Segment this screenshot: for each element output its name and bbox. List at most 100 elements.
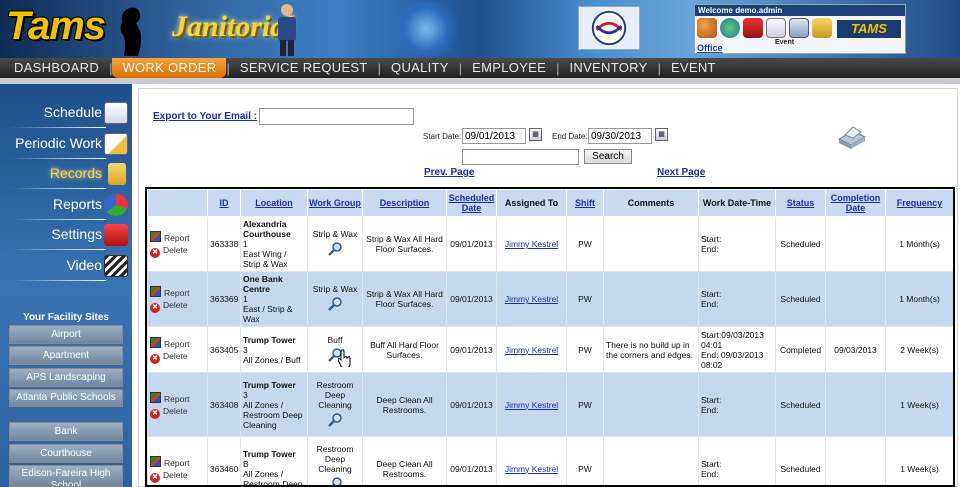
tams-logo[interactable]: Tams	[6, 4, 106, 49]
assigned-to-link[interactable]: Jimmy Kestrel	[505, 239, 558, 249]
column-header-scheduled-date[interactable]: Scheduled Date	[446, 189, 497, 217]
cell-frequency: 1 Month(s)	[885, 271, 953, 327]
report-link[interactable]: Report	[150, 286, 205, 299]
assigned-to-link[interactable]: Jimmy Kestrel	[505, 345, 558, 355]
column-header-shift[interactable]: Shift	[566, 189, 604, 217]
cell-frequency: 2 Week(s)	[885, 326, 953, 373]
delete-link[interactable]: Delete	[150, 244, 205, 257]
site-edison-fareira-high-school[interactable]: Edison-Fareira High School	[9, 465, 123, 487]
monitor-icon[interactable]	[789, 18, 809, 38]
lock-icon[interactable]	[812, 18, 832, 38]
start-date-input[interactable]	[462, 128, 526, 144]
print-icon[interactable]	[835, 123, 869, 151]
tams-mini-logo[interactable]: TAMS	[837, 20, 901, 38]
clapperboard-icon	[104, 255, 128, 277]
assigned-to-link[interactable]: Jimmy Kestrel	[505, 400, 558, 410]
cell-comments	[603, 436, 699, 485]
magnifier-icon[interactable]	[327, 296, 343, 312]
magnifier-icon[interactable]	[327, 241, 343, 257]
location-name: Alexandria Courthouse	[243, 219, 291, 239]
cell-comments: There is no build up in the corners and …	[603, 326, 699, 373]
export-email-label[interactable]: Export to Your Email :	[153, 111, 257, 122]
magnifier-icon[interactable]	[327, 476, 343, 487]
cell-scheduled-date: 09/01/2013	[446, 326, 497, 373]
site-apartment[interactable]: Apartment	[9, 346, 123, 365]
users-icon[interactable]	[697, 18, 717, 38]
magnifier-icon[interactable]	[327, 412, 343, 428]
site-aps-landscaping[interactable]: APS Landscaping	[9, 368, 123, 387]
site-courthouse[interactable]: Courthouse	[9, 444, 123, 463]
location-name: Trump Tower	[243, 448, 296, 459]
column-header-assigned-to: Assigned To	[496, 189, 567, 217]
table-header-row: ID Location Work Group Description Sched…	[147, 189, 953, 217]
cell-shift: PW	[566, 436, 604, 485]
report-link[interactable]: Report	[150, 231, 205, 244]
cell-comments	[603, 271, 699, 327]
sidebar-item-video[interactable]: Video	[10, 255, 130, 281]
cell-description: Strip & Wax All Hard Floor Surfaces.	[362, 271, 447, 327]
search-button[interactable]: Search	[584, 149, 632, 164]
sidebar-item-periodic-work[interactable]: Periodic Work	[10, 133, 130, 159]
site-bank[interactable]: Bank	[9, 422, 123, 441]
toolbox-icon[interactable]	[743, 18, 763, 38]
column-header-frequency[interactable]: Frequency	[885, 189, 953, 217]
calendar-icon[interactable]: ▦	[529, 128, 542, 141]
office-link[interactable]: Office	[697, 43, 723, 53]
table-row: ReportDelete363369One Bank Centre1 East …	[147, 271, 953, 327]
column-header-location[interactable]: Location	[240, 189, 308, 217]
sidebar-item-schedule[interactable]: Schedule	[10, 102, 130, 128]
report-link[interactable]: Report	[150, 456, 205, 469]
work-group-text: Restroom Deep Cleaning	[316, 443, 354, 474]
cell-scheduled-date: 09/01/2013	[446, 271, 497, 327]
sidebar-item-records[interactable]: Records	[10, 163, 130, 189]
sidebar-item-reports[interactable]: Reports	[10, 194, 130, 220]
nav-service-request[interactable]: SERVICE REQUEST	[230, 58, 378, 78]
cell-work-date-time: Start: End:	[698, 436, 776, 485]
sidebar-item-label: Reports	[52, 196, 102, 212]
cell-description: Strip & Wax All Hard Floor Surfaces.	[362, 216, 447, 272]
column-header-completion-date[interactable]: Completion Date	[825, 189, 886, 217]
column-header-description[interactable]: Description	[362, 189, 447, 217]
report-link[interactable]: Report	[150, 337, 205, 350]
nav-work-order[interactable]: WORK ORDER	[112, 58, 227, 78]
column-header-id[interactable]: ID	[207, 189, 241, 217]
cell-scheduled-date: 09/01/2013	[446, 436, 497, 485]
nav-event[interactable]: EVENT	[661, 58, 726, 78]
cell-description: Deep Clean All Restrooms.	[362, 372, 447, 437]
seal-logo-icon	[578, 6, 640, 50]
column-header-work-group[interactable]: Work Group	[307, 189, 363, 217]
delete-link[interactable]: Delete	[150, 299, 205, 312]
next-page-link[interactable]: Next Page	[657, 167, 705, 178]
delete-link[interactable]: Delete	[150, 405, 205, 418]
calendar-icon[interactable]: ▦	[655, 128, 668, 141]
cell-work-date-time: Start: End:	[698, 372, 776, 437]
globe-icon[interactable]	[720, 18, 740, 38]
assigned-to-link[interactable]: Jimmy Kestrel	[505, 464, 558, 474]
delete-link[interactable]: Delete	[150, 469, 205, 482]
location-name: Trump Tower	[243, 334, 296, 345]
report-link[interactable]: Report	[150, 392, 205, 405]
cell-frequency: 1 Month(s)	[885, 216, 953, 272]
toolbox-icon	[104, 224, 128, 246]
prev-page-link[interactable]: Prev. Page	[424, 167, 474, 178]
end-date-input[interactable]	[588, 128, 652, 144]
site-atlanta-public-schools[interactable]: Atlanta Public Schools	[9, 389, 123, 407]
column-header-status[interactable]: Status	[775, 189, 826, 217]
welcome-text: Welcome demo.admin	[695, 5, 905, 16]
sidebar-item-settings[interactable]: Settings	[10, 224, 130, 250]
export-email-input[interactable]	[259, 108, 414, 125]
cell-work-group: Strip & Wax	[307, 216, 363, 272]
delete-link[interactable]: Delete	[150, 350, 205, 363]
nav-employee[interactable]: EMPLOYEE	[462, 58, 556, 78]
sidebar-item-label: Settings	[51, 226, 102, 242]
cell-comments	[603, 216, 699, 272]
nav-inventory[interactable]: INVENTORY	[559, 58, 657, 78]
nav-dashboard[interactable]: DASHBOARD	[0, 58, 109, 78]
assigned-to-link[interactable]: Jimmy Kestrel	[505, 294, 558, 304]
globe-graphic	[386, 2, 466, 56]
site-airport[interactable]: Airport	[9, 325, 123, 344]
event-icon[interactable]	[766, 18, 786, 38]
search-input[interactable]	[462, 149, 579, 165]
cell-shift: PW	[566, 326, 604, 373]
nav-quality[interactable]: QUALITY	[381, 58, 459, 78]
